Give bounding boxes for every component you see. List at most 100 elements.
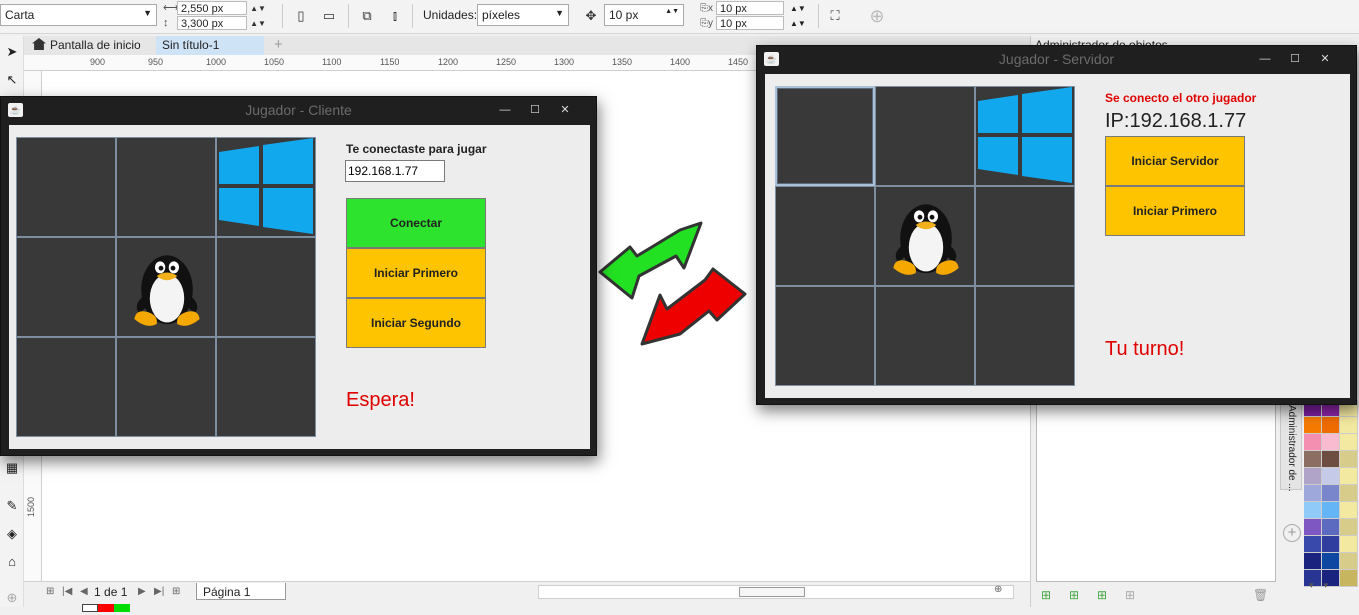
page-tab[interactable]: Página 1 bbox=[196, 583, 286, 600]
color-swatch[interactable] bbox=[1340, 434, 1358, 451]
color-swatch[interactable] bbox=[1322, 468, 1340, 485]
pick-tool-icon[interactable]: ➤ bbox=[2, 42, 22, 62]
color-swatch[interactable] bbox=[1340, 417, 1358, 434]
start-second-button[interactable]: Iniciar Segundo bbox=[346, 298, 486, 348]
close-button[interactable]: ✕ bbox=[550, 99, 580, 121]
scrollbar-thumb[interactable] bbox=[739, 587, 805, 597]
board-cell[interactable] bbox=[16, 337, 116, 437]
color-swatch[interactable] bbox=[1304, 434, 1322, 451]
page-frame-icon[interactable]: ⛶ bbox=[824, 5, 846, 27]
add-tool-icon[interactable]: ⊕ bbox=[2, 588, 22, 608]
spin-arrows-icon[interactable]: ▲▼ bbox=[665, 8, 679, 15]
tab-document[interactable]: Sin título-1 bbox=[156, 36, 264, 55]
maximize-button[interactable]: ☐ bbox=[520, 99, 550, 121]
close-button[interactable]: ✕ bbox=[1310, 48, 1340, 70]
spin-arrows-icon[interactable]: ▲▼ bbox=[247, 2, 269, 16]
color-swatch[interactable] bbox=[1322, 451, 1340, 468]
color-swatch[interactable] bbox=[1304, 536, 1322, 553]
portrait-icon[interactable]: ▯ bbox=[290, 5, 312, 27]
color-swatch[interactable] bbox=[1322, 519, 1340, 536]
server-title-bar[interactable]: ☕ Jugador - Servidor — ☐ ✕ bbox=[757, 46, 1356, 74]
prev-page-icon[interactable]: ◀ bbox=[80, 586, 88, 597]
all-pages-icon[interactable]: ⧉ bbox=[356, 5, 378, 27]
units-combo[interactable]: píxeles ▼ bbox=[477, 4, 569, 26]
new-master-layer-odd-icon[interactable]: ⊞ bbox=[1125, 588, 1135, 602]
color-swatch[interactable] bbox=[1304, 485, 1322, 502]
current-page-icon[interactable]: ⫾ bbox=[384, 5, 406, 27]
page-height-value[interactable]: 3,300 px bbox=[177, 16, 247, 30]
spin-arrows-icon[interactable]: ▲▼ bbox=[247, 17, 269, 31]
color-swatch[interactable] bbox=[1340, 468, 1358, 485]
nudge-field[interactable]: 10 px ▲▼ bbox=[604, 4, 684, 26]
object-manager-vertical-tab[interactable]: Administrador de ... bbox=[1280, 400, 1302, 492]
eyedropper-icon[interactable]: ✎ bbox=[2, 496, 22, 516]
page-width-value[interactable]: 2,550 px bbox=[177, 1, 247, 15]
color-swatch[interactable] bbox=[1304, 553, 1322, 570]
board-cell[interactable] bbox=[775, 186, 875, 286]
zoom-icon[interactable]: ⊕ bbox=[994, 584, 1002, 595]
color-swatch[interactable] bbox=[1322, 485, 1340, 502]
spin-arrows-icon[interactable]: ▲▼ bbox=[784, 4, 806, 13]
color-swatch[interactable] bbox=[1304, 519, 1322, 536]
server-start-first-button[interactable]: Iniciar Primero bbox=[1105, 186, 1245, 236]
delete-icon[interactable]: 🗑 bbox=[1253, 588, 1268, 602]
color-swatch[interactable] bbox=[1340, 536, 1358, 553]
color-swatch[interactable] bbox=[1304, 502, 1322, 519]
page-width-field[interactable]: ⟷ 2,550 px ▲▼ bbox=[163, 1, 275, 16]
dup-y-value[interactable]: 10 px bbox=[716, 16, 784, 30]
board-cell[interactable] bbox=[975, 86, 1075, 186]
new-master-layer-all-icon[interactable]: ⊞ bbox=[1097, 588, 1107, 602]
add-page-end-icon[interactable]: ⊞ bbox=[172, 586, 180, 597]
add-page-icon[interactable]: ⊞ bbox=[46, 586, 54, 597]
spin-arrows-icon[interactable]: ▲▼ bbox=[784, 19, 806, 28]
transparency-tool-icon[interactable]: ▦ bbox=[2, 458, 22, 478]
color-swatch[interactable] bbox=[1304, 468, 1322, 485]
shape-tool-icon[interactable]: ↖ bbox=[2, 70, 22, 90]
add-icon[interactable]: ⊕ bbox=[866, 5, 888, 27]
board-cell[interactable] bbox=[116, 237, 216, 337]
color-swatch[interactable] bbox=[1322, 417, 1340, 434]
board-cell[interactable] bbox=[116, 337, 216, 437]
board-cell[interactable] bbox=[216, 237, 316, 337]
duplicate-x-field[interactable]: ⎘x 10 px ▲▼ bbox=[700, 1, 810, 16]
color-swatch[interactable] bbox=[1304, 451, 1322, 468]
last-page-icon[interactable]: ▶| bbox=[154, 586, 164, 597]
color-swatch[interactable] bbox=[1322, 536, 1340, 553]
color-swatch[interactable] bbox=[1340, 485, 1358, 502]
horizontal-scrollbar[interactable] bbox=[538, 585, 1014, 599]
board-cell[interactable] bbox=[16, 237, 116, 337]
fill-tool-icon[interactable]: ◈ bbox=[2, 524, 22, 544]
paper-size-combo[interactable]: Carta ▼ bbox=[0, 4, 157, 26]
board-cell[interactable] bbox=[875, 186, 975, 286]
color-palette[interactable] bbox=[1304, 400, 1359, 590]
connect-button[interactable]: Conectar bbox=[346, 198, 486, 248]
board-cell[interactable] bbox=[216, 137, 316, 237]
minimize-button[interactable]: — bbox=[1250, 48, 1280, 70]
new-master-layer-icon[interactable]: ⊞ bbox=[1069, 588, 1079, 602]
color-swatch[interactable] bbox=[1340, 502, 1358, 519]
color-swatch[interactable] bbox=[1340, 519, 1358, 536]
board-cell[interactable] bbox=[875, 286, 975, 386]
outline-tool-icon[interactable]: ⌂ bbox=[2, 552, 22, 572]
landscape-icon[interactable]: ▭ bbox=[318, 5, 340, 27]
color-swatch[interactable] bbox=[1322, 502, 1340, 519]
duplicate-y-field[interactable]: ⎘y 10 px ▲▼ bbox=[700, 16, 810, 31]
ip-input[interactable] bbox=[345, 160, 445, 182]
board-cell[interactable] bbox=[775, 86, 875, 186]
page-height-field[interactable]: ↕ 3,300 px ▲▼ bbox=[163, 16, 275, 31]
new-tab-button[interactable]: + bbox=[268, 36, 286, 55]
color-swatch[interactable] bbox=[1322, 553, 1340, 570]
board-cell[interactable] bbox=[975, 286, 1075, 386]
board-cell[interactable] bbox=[875, 86, 975, 186]
object-list-panel[interactable] bbox=[1036, 396, 1276, 582]
maximize-button[interactable]: ☐ bbox=[1280, 48, 1310, 70]
new-layer-icon[interactable]: ⊞ bbox=[1041, 588, 1051, 602]
tab-home[interactable]: Pantalla de inicio bbox=[26, 36, 156, 55]
color-swatch[interactable] bbox=[1340, 451, 1358, 468]
board-cell[interactable] bbox=[775, 286, 875, 386]
color-swatch[interactable] bbox=[1322, 434, 1340, 451]
first-page-icon[interactable]: |◀ bbox=[62, 586, 72, 597]
add-docker-icon[interactable]: + bbox=[1283, 524, 1301, 542]
board-cell[interactable] bbox=[975, 186, 1075, 286]
board-cell[interactable] bbox=[216, 337, 316, 437]
